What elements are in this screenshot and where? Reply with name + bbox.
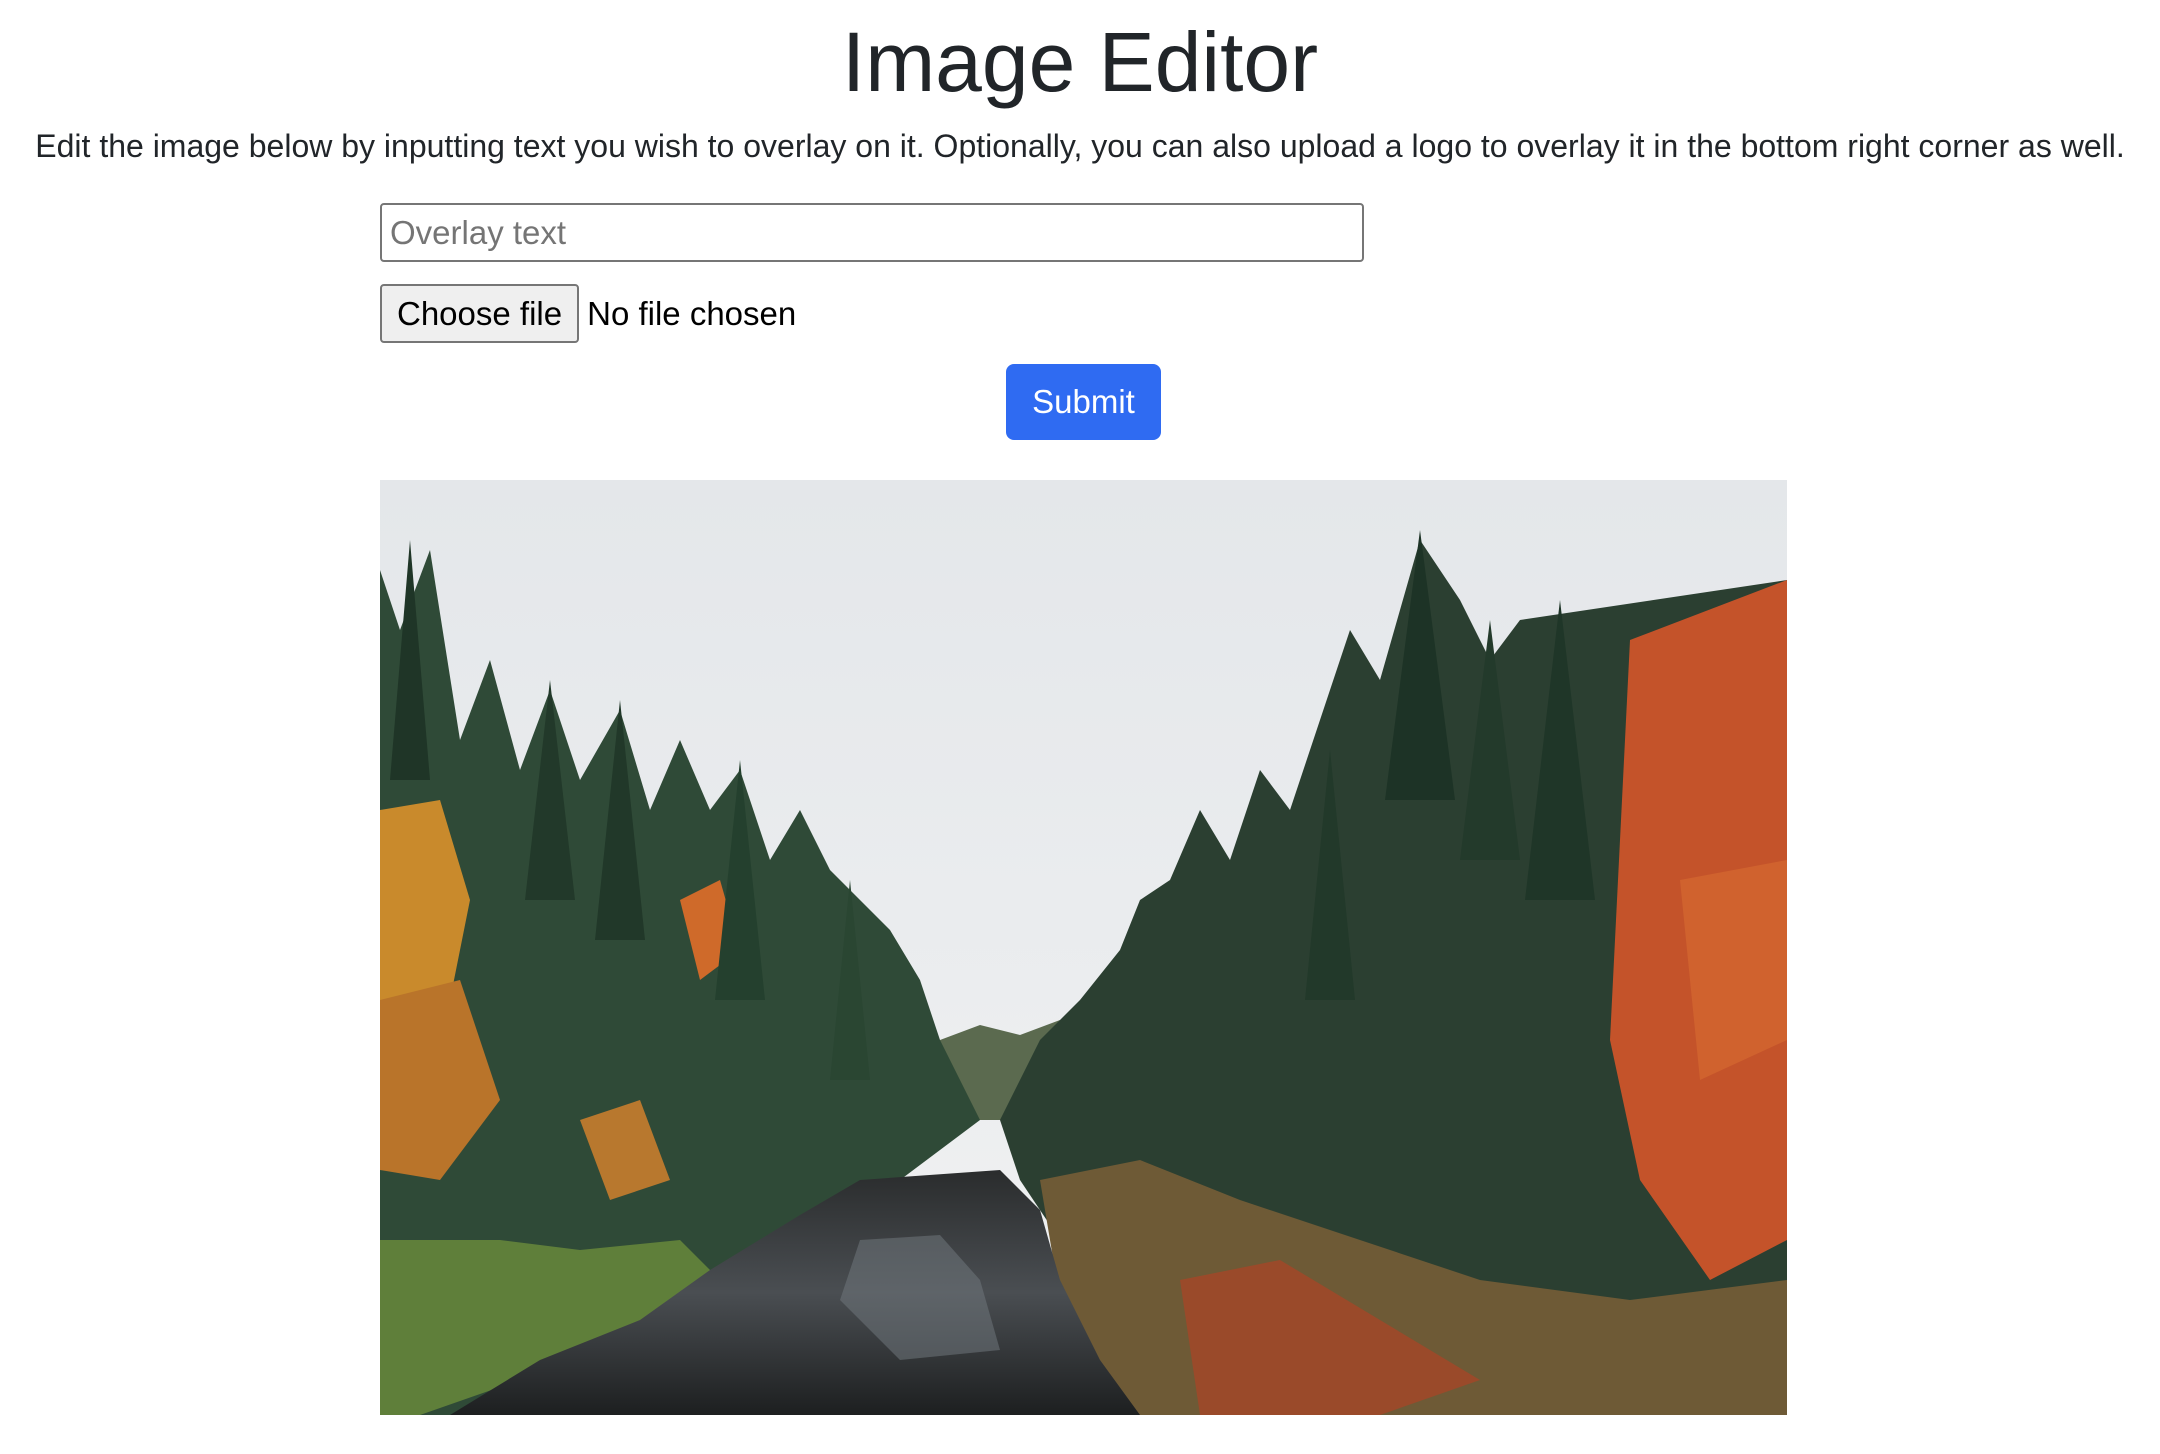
page-description: Edit the image below by inputting text y… bbox=[35, 128, 2125, 164]
submit-button[interactable]: Submit bbox=[1006, 364, 1161, 440]
image-editor-page: Image Editor Edit the image below by inp… bbox=[0, 0, 2160, 1454]
choose-file-button[interactable]: Choose file bbox=[380, 284, 580, 343]
overlay-text-input[interactable] bbox=[380, 203, 1364, 262]
file-status-label: No file chosen bbox=[587, 294, 797, 332]
logo-file-input[interactable]: Choose file No file chosen bbox=[380, 284, 796, 343]
page-title: Image Editor bbox=[841, 15, 1319, 109]
preview-image bbox=[380, 480, 1787, 1415]
